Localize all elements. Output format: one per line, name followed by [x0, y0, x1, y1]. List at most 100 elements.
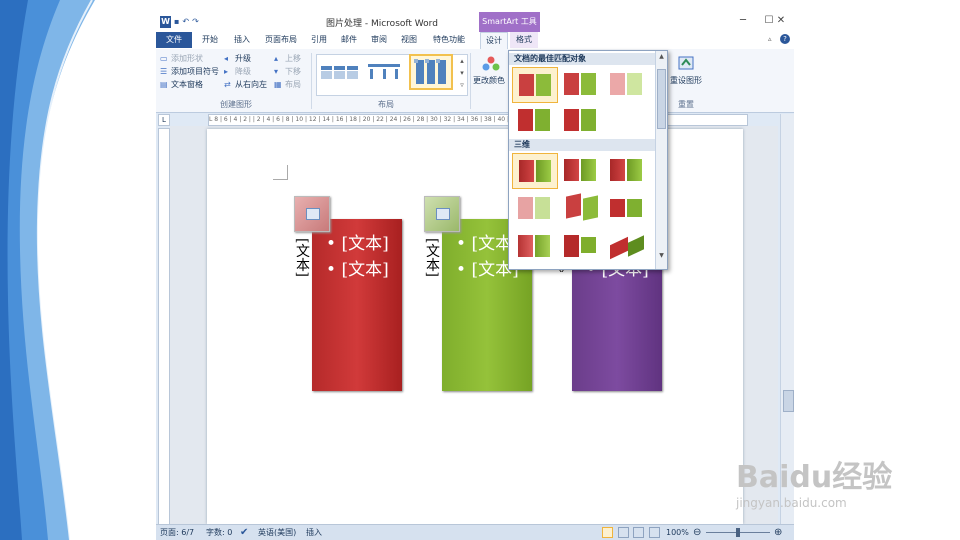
- layout-thumb-2-graphic: [368, 64, 400, 79]
- tab-design[interactable]: 设计: [480, 32, 508, 49]
- layout-thumb-3-graphic: [414, 59, 446, 84]
- tab-page-layout[interactable]: 页面布局: [260, 32, 302, 48]
- zoom-slider-handle[interactable]: [736, 528, 740, 537]
- layout-thumb-1-graphic: [321, 66, 358, 79]
- gallery-scrollbar[interactable]: ▲ ▼: [655, 51, 667, 269]
- word-count[interactable]: 字数: 0: [206, 525, 232, 540]
- insert-mode[interactable]: 插入: [306, 525, 322, 540]
- title-bar: W ▪ ↶ ↷ 图片处理 - Microsoft Word SmartArt 工…: [156, 10, 794, 32]
- bullet-list: • [文本] • [文本]: [326, 231, 389, 283]
- full-screen-icon[interactable]: [617, 527, 629, 538]
- change-colors-icon: [482, 56, 500, 71]
- layout-thumb-2[interactable]: [364, 56, 404, 88]
- swatch-red-shape: [610, 199, 625, 217]
- smartart-block-red[interactable]: • [文本] • [文本]: [312, 219, 402, 391]
- right-to-left-button[interactable]: ⇄ 从右向左: [224, 78, 267, 91]
- redo-icon[interactable]: ↷: [192, 16, 199, 28]
- style-swatch-3d[interactable]: [512, 191, 556, 225]
- text-pane-button[interactable]: ▤ 文本窗格: [160, 78, 219, 91]
- swatch-red-shape: [519, 74, 534, 96]
- vertical-label[interactable]: [文本]: [292, 238, 312, 277]
- print-layout-icon[interactable]: [602, 527, 613, 538]
- move-down-button[interactable]: ▾ 下移: [274, 65, 301, 78]
- swatch-red-shape: [564, 73, 579, 95]
- tab-view[interactable]: 视图: [396, 32, 422, 48]
- swatch-green-shape: [581, 237, 596, 253]
- tab-format[interactable]: 格式: [510, 32, 538, 48]
- tab-review[interactable]: 审阅: [366, 32, 392, 48]
- style-swatch[interactable]: [604, 67, 648, 101]
- close-button[interactable]: ✕: [768, 12, 794, 30]
- create-graphic-label: 创建图形: [220, 100, 252, 109]
- scroll-down-icon[interactable]: ▼: [657, 251, 666, 260]
- layout-thumb-selected[interactable]: [409, 54, 453, 90]
- layout-gallery-scroll[interactable]: ▴ ▾ ▿: [458, 55, 466, 93]
- style-swatch-3d[interactable]: [558, 191, 602, 225]
- add-shape-button[interactable]: ▭ 添加形状: [160, 52, 219, 65]
- style-swatch-3d[interactable]: [604, 229, 648, 263]
- swatch-green-shape: [581, 73, 596, 95]
- language-indicator[interactable]: 英语(美国): [258, 525, 296, 540]
- promote-button[interactable]: ◂ 升级: [224, 52, 267, 65]
- swatch-red-shape: [566, 193, 581, 219]
- style-swatch[interactable]: [558, 67, 602, 101]
- vertical-label[interactable]: [文本]: [422, 238, 442, 277]
- web-layout-icon[interactable]: [633, 527, 645, 538]
- proofing-icon[interactable]: ✔: [240, 525, 248, 540]
- demote-icon: ▸: [224, 67, 229, 76]
- reset-graphic-button[interactable]: 重设图形: [666, 53, 706, 97]
- change-colors-button[interactable]: 更改颜色: [473, 53, 508, 97]
- swatch-green-shape: [627, 73, 642, 95]
- change-colors-label: 更改颜色: [473, 76, 505, 85]
- tab-insert[interactable]: 插入: [228, 32, 256, 48]
- collapse-ribbon-icon[interactable]: ▵: [768, 35, 776, 43]
- promote-demote-group: ◂ 升级 ▸ 降级 ⇄ 从右向左: [224, 52, 267, 91]
- style-swatch-3d[interactable]: [512, 229, 556, 263]
- smartart-styles-dropdown[interactable]: 文档的最佳匹配对象 三维 ▲ ▼: [508, 50, 668, 270]
- layout-icon: ▦: [274, 80, 282, 89]
- help-icon[interactable]: ?: [780, 34, 790, 44]
- gallery-scroll-thumb[interactable]: [657, 69, 666, 129]
- swatch-red-shape: [564, 159, 579, 181]
- scroll-up-icon[interactable]: ▲: [657, 52, 666, 61]
- layout-button[interactable]: ▦ 布局: [274, 78, 301, 91]
- add-bullet-icon: ☰: [160, 67, 168, 76]
- style-swatch-selected[interactable]: [512, 67, 558, 103]
- zoom-level[interactable]: 100%: [666, 525, 689, 540]
- bullet-item[interactable]: • [文本]: [326, 257, 389, 283]
- style-swatch[interactable]: [512, 103, 556, 137]
- style-swatch-3d[interactable]: [558, 229, 602, 263]
- style-swatch-3d[interactable]: [558, 153, 602, 187]
- swatch-red-shape: [564, 109, 579, 131]
- style-swatch-3d[interactable]: [604, 153, 648, 187]
- zoom-out-icon[interactable]: ⊖: [693, 525, 701, 540]
- outline-icon[interactable]: [648, 527, 660, 538]
- bullet-item[interactable]: • [文本]: [326, 231, 389, 257]
- zoom-in-icon[interactable]: ⊕: [774, 525, 782, 540]
- move-up-button[interactable]: ▴ 上移: [274, 52, 301, 65]
- tab-features[interactable]: 特色功能: [426, 32, 472, 48]
- minimize-button[interactable]: ─: [730, 12, 756, 30]
- style-swatch-3d[interactable]: [604, 191, 648, 225]
- image-placeholder[interactable]: [424, 196, 460, 232]
- style-swatch-3d-selected[interactable]: [512, 153, 558, 189]
- vertical-ruler[interactable]: [158, 128, 170, 532]
- tab-mailings[interactable]: 邮件: [336, 32, 362, 48]
- tab-references[interactable]: 引用: [306, 32, 332, 48]
- tab-file[interactable]: 文件: [156, 32, 192, 48]
- undo-icon[interactable]: ↶: [182, 16, 189, 28]
- tab-home[interactable]: 开始: [196, 32, 224, 48]
- scrollbar-thumb[interactable]: [783, 390, 794, 412]
- reset-group-label: 重置: [678, 100, 694, 109]
- save-icon[interactable]: ▪: [174, 16, 179, 28]
- demote-button[interactable]: ▸ 降级: [224, 65, 267, 78]
- page-count[interactable]: 页面: 6/7: [160, 525, 194, 540]
- layout-thumb-1[interactable]: [319, 56, 359, 88]
- image-placeholder[interactable]: [294, 196, 330, 232]
- add-bullet-button[interactable]: ☰ 添加项目符号: [160, 65, 219, 78]
- tab-selector-icon[interactable]: L: [158, 114, 170, 126]
- style-swatch[interactable]: [558, 103, 602, 137]
- baidu-watermark-url: jingyan.baidu.com: [736, 496, 847, 510]
- swatch-green-shape: [581, 109, 596, 131]
- swatch-green-shape: [627, 199, 642, 217]
